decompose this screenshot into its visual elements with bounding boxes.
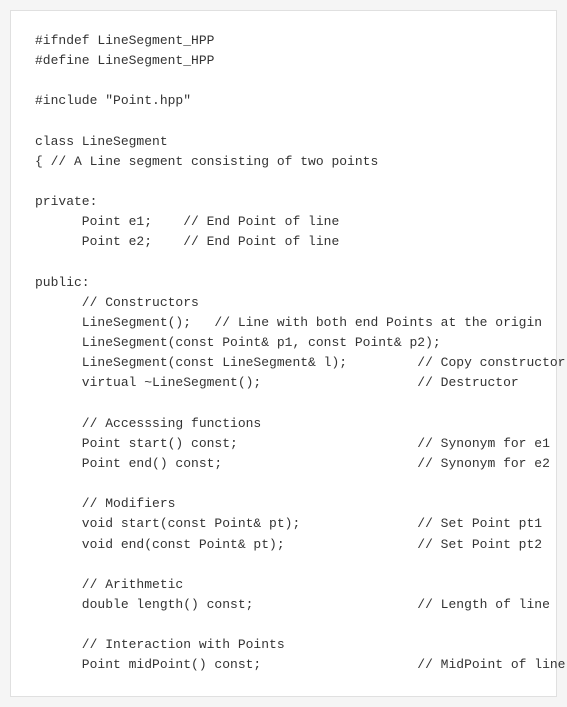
code-line bbox=[35, 555, 532, 575]
code-line: virtual ~LineSegment(); // Destructor bbox=[35, 373, 532, 393]
code-line: LineSegment(); // Line with both end Poi… bbox=[35, 313, 532, 333]
code-line: // Constructors bbox=[35, 293, 532, 313]
code-line: #ifndef LineSegment_HPP bbox=[35, 31, 532, 51]
code-line: Point midPoint() const; // MidPoint of l… bbox=[35, 655, 532, 675]
code-line: class LineSegment bbox=[35, 132, 532, 152]
code-line bbox=[35, 112, 532, 132]
code-line: Point e2; // End Point of line bbox=[35, 232, 532, 252]
code-line bbox=[35, 253, 532, 273]
code-line: Point e1; // End Point of line bbox=[35, 212, 532, 232]
code-line bbox=[35, 172, 532, 192]
code-line: LineSegment(const LineSegment& l); // Co… bbox=[35, 353, 532, 373]
code-line bbox=[35, 615, 532, 635]
code-line: // Arithmetic bbox=[35, 575, 532, 595]
code-line: void end(const Point& pt); // Set Point … bbox=[35, 535, 532, 555]
code-line: // Interaction with Points bbox=[35, 635, 532, 655]
code-line: private: bbox=[35, 192, 532, 212]
code-line bbox=[35, 474, 532, 494]
code-block: #ifndef LineSegment_HPP#define LineSegme… bbox=[10, 10, 557, 697]
code-line: #include "Point.hpp" bbox=[35, 91, 532, 111]
code-line: { // A Line segment consisting of two po… bbox=[35, 152, 532, 172]
code-line bbox=[35, 71, 532, 91]
code-line: // Accesssing functions bbox=[35, 414, 532, 434]
code-line: // Modifiers bbox=[35, 494, 532, 514]
code-line: void start(const Point& pt); // Set Poin… bbox=[35, 514, 532, 534]
code-line bbox=[35, 394, 532, 414]
code-line: public: bbox=[35, 273, 532, 293]
code-line: Point end() const; // Synonym for e2 bbox=[35, 454, 532, 474]
code-line: LineSegment(const Point& p1, const Point… bbox=[35, 333, 532, 353]
code-line: Point start() const; // Synonym for e1 bbox=[35, 434, 532, 454]
code-line: double length() const; // Length of line bbox=[35, 595, 532, 615]
code-line: #define LineSegment_HPP bbox=[35, 51, 532, 71]
